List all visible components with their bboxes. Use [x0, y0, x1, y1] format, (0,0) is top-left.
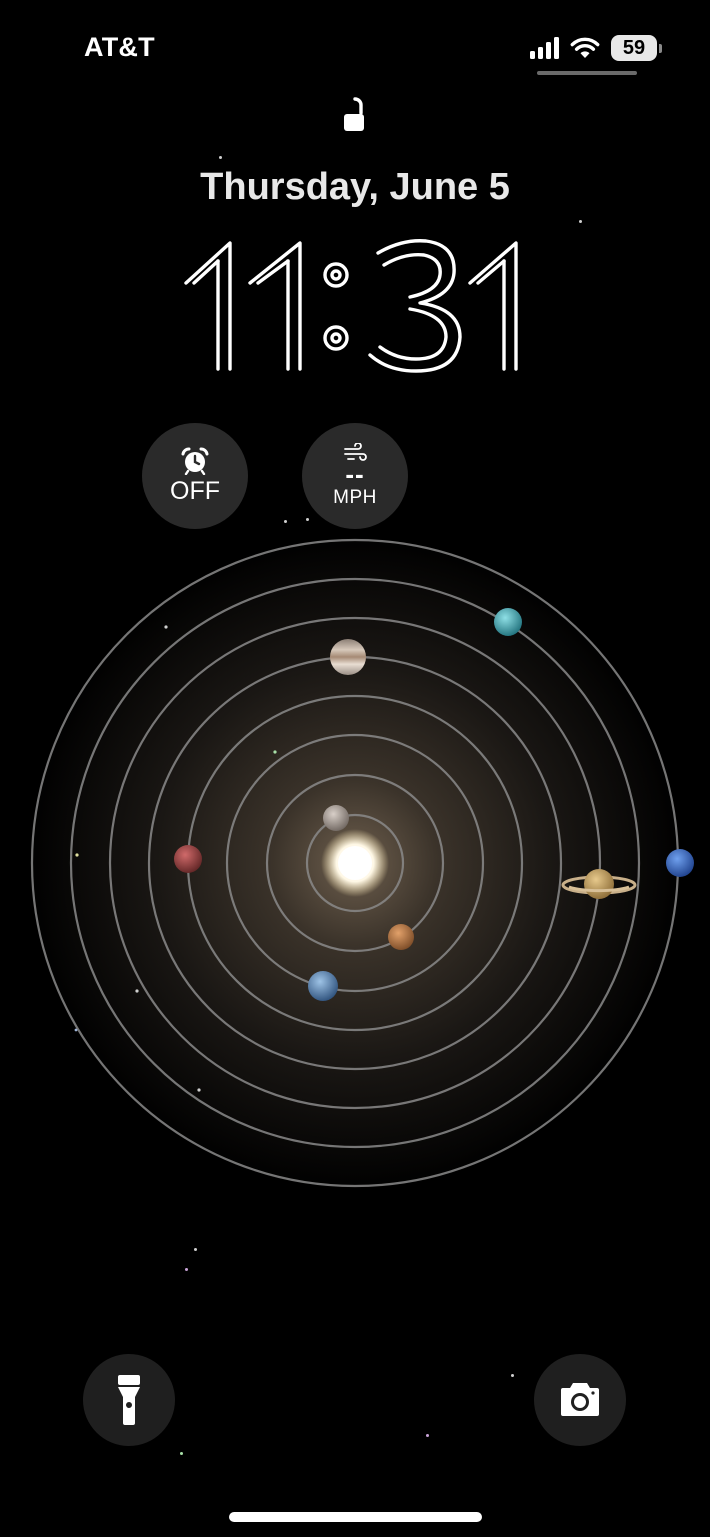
planet-uranus: [494, 608, 522, 636]
star: [185, 1268, 188, 1271]
lock-screen-time: 11:31: [170, 225, 540, 385]
planet-venus: [388, 924, 414, 950]
alarm-clock-icon: [181, 447, 209, 475]
flashlight-button[interactable]: [83, 1354, 175, 1446]
wind-unit: MPH: [333, 487, 377, 508]
unlocked-padlock-icon: [344, 97, 364, 131]
cellular-signal-icon: [530, 37, 559, 59]
control-center-hint[interactable]: [537, 71, 637, 75]
lock-screen: AT&T 59 Thursday, June 5 11:31: [0, 0, 710, 1537]
star: [219, 156, 222, 159]
planet-mars: [174, 845, 202, 873]
solar-system-wallpaper: [30, 538, 694, 1188]
star: [426, 1434, 429, 1437]
planet-earth: [308, 971, 338, 1001]
battery-level: 59: [611, 35, 657, 61]
planet-mercury: [323, 805, 349, 831]
alarm-widget[interactable]: OFF: [142, 423, 248, 529]
star: [511, 1374, 514, 1377]
lock-screen-date: Thursday, June 5: [200, 166, 510, 208]
wifi-icon: [569, 36, 601, 60]
camera-button[interactable]: [534, 1354, 626, 1446]
planet-jupiter: [330, 639, 366, 675]
star: [180, 1452, 183, 1455]
wind-speed: --: [345, 459, 365, 489]
flashlight-icon: [118, 1375, 140, 1425]
star: [194, 1248, 197, 1251]
camera-icon: [561, 1383, 599, 1416]
wind-widget[interactable]: -- MPH: [302, 423, 408, 529]
alarm-status: OFF: [170, 476, 220, 505]
carrier-name: AT&T: [84, 32, 155, 62]
planet-neptune: [666, 849, 694, 877]
status-indicators: 59: [530, 33, 662, 63]
star: [579, 220, 582, 223]
home-indicator[interactable]: [229, 1512, 482, 1522]
battery-icon: 59: [611, 35, 662, 61]
